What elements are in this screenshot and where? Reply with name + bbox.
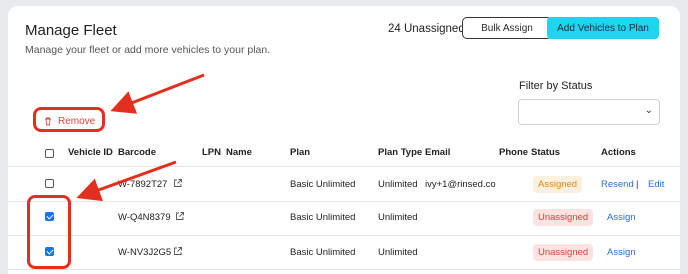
arrow-to-checkboxes [76,160,177,202]
arrow-to-remove [110,73,205,114]
annotation-arrows [76,73,205,202]
